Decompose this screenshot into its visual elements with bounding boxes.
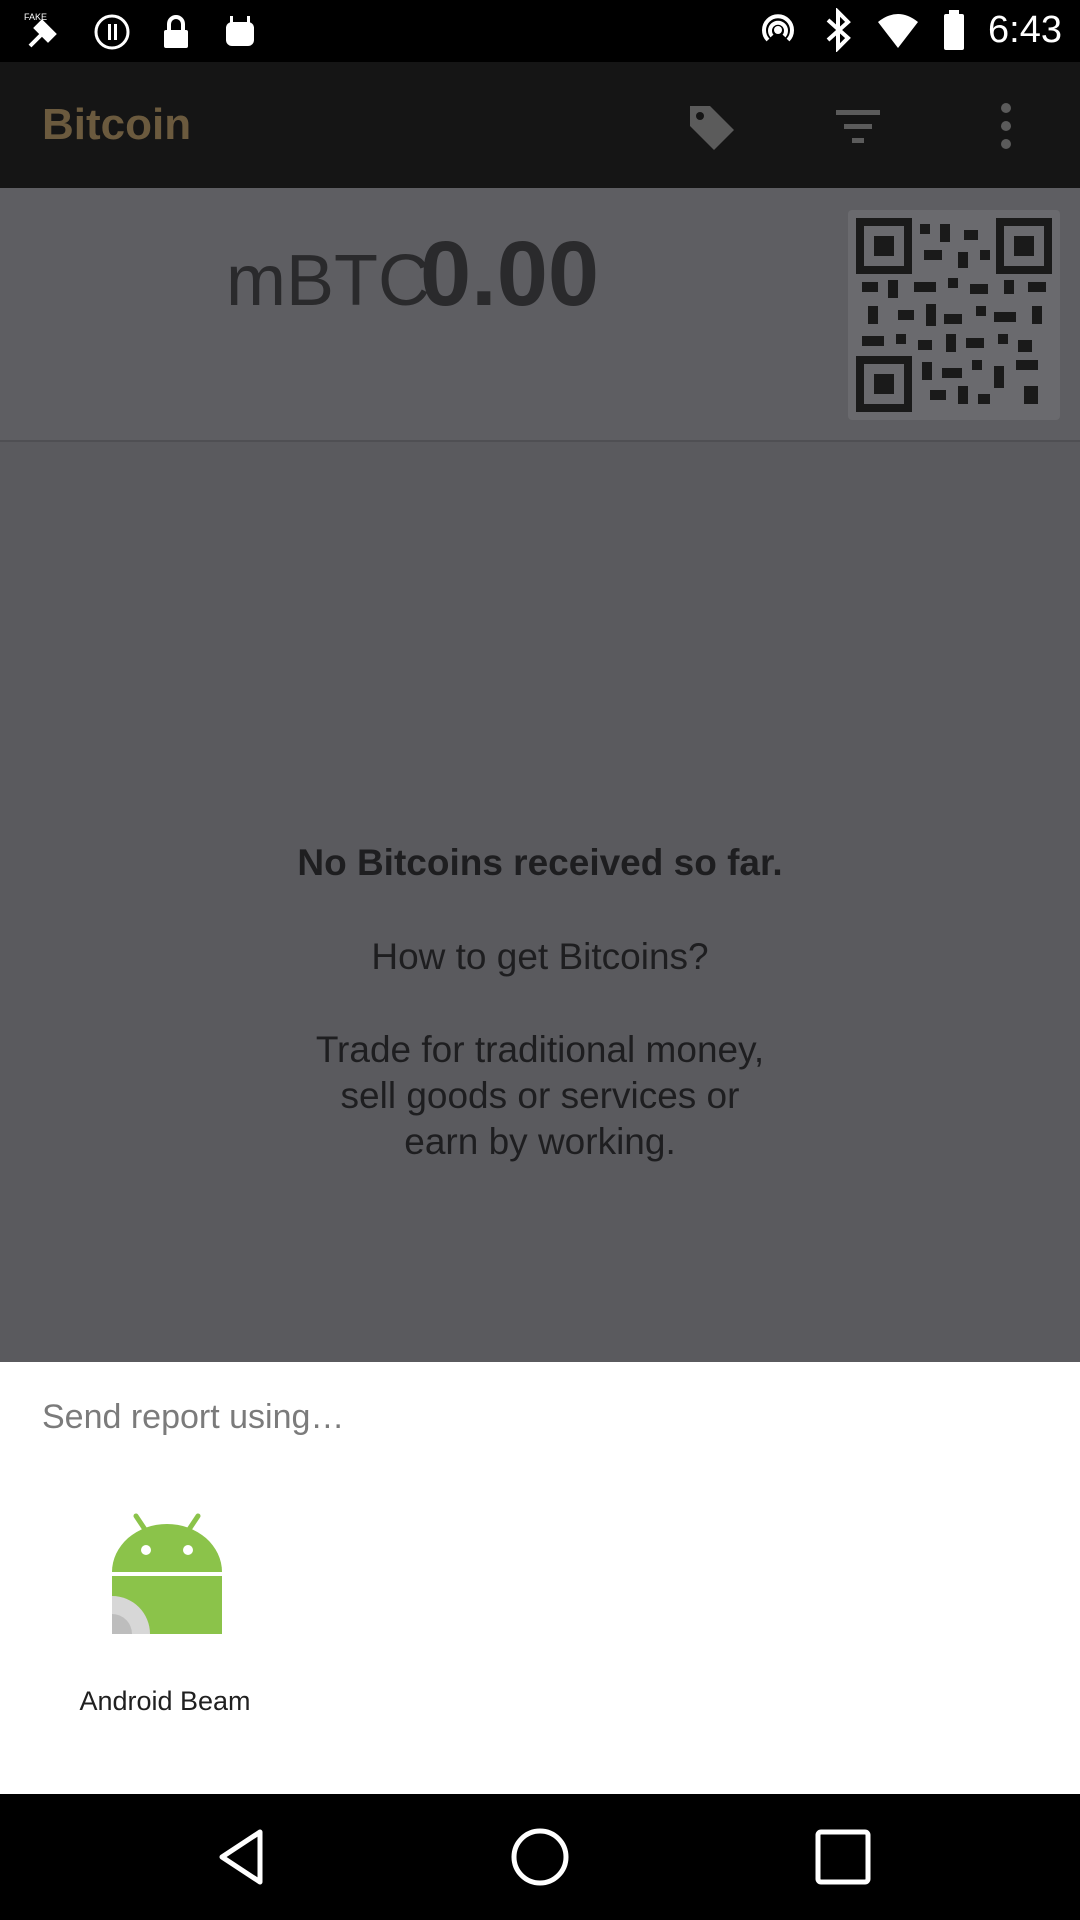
- empty-state-line: earn by working.: [404, 1121, 676, 1162]
- back-icon[interactable]: [208, 1824, 274, 1890]
- svg-text:FAKE: FAKE: [24, 12, 47, 22]
- empty-state-line: sell goods or services or: [340, 1075, 740, 1116]
- share-option-label: Android Beam: [79, 1686, 251, 1716]
- lock-icon: [94, 14, 130, 50]
- filter-icon[interactable]: [832, 100, 884, 152]
- android-beam-icon: [112, 1513, 222, 1634]
- empty-state-line: Trade for traditional money,: [315, 1029, 765, 1070]
- hotspot-icon: [762, 14, 794, 42]
- share-sheet-title: Send report using…: [42, 1398, 345, 1436]
- empty-state-title: No Bitcoins received so far.: [297, 842, 783, 883]
- qr-code-icon: [856, 218, 1052, 412]
- recents-icon[interactable]: [810, 1824, 876, 1890]
- empty-state-body: Trade for traditional money, sell goods …: [0, 1027, 1080, 1165]
- android-icon: [226, 16, 254, 46]
- status-time: 6:43: [988, 8, 1062, 51]
- home-icon[interactable]: [507, 1824, 573, 1890]
- nav-bar: [0, 1794, 1080, 1920]
- overflow-menu-icon[interactable]: [980, 100, 1032, 152]
- app-title: Bitcoin: [42, 100, 192, 149]
- balance-unit: mBTC: [226, 241, 430, 321]
- wifi-icon: [878, 14, 919, 48]
- balance-amount: 0.00: [420, 223, 600, 325]
- fake-gps-icon: FAKE: [24, 12, 57, 48]
- share-option-android-beam[interactable]: [64, 1512, 270, 1712]
- bluetooth-icon: [826, 8, 851, 52]
- app-bar: Bitcoin: [0, 62, 1080, 188]
- tag-icon[interactable]: [686, 100, 738, 152]
- status-bar: FAKE 6:43: [0, 0, 1080, 62]
- qr-code[interactable]: [848, 210, 1060, 420]
- transactions-list: [0, 442, 1080, 1362]
- battery-icon: [944, 10, 965, 50]
- lock-icon: [164, 15, 188, 48]
- empty-state-question: How to get Bitcoins?: [371, 936, 709, 977]
